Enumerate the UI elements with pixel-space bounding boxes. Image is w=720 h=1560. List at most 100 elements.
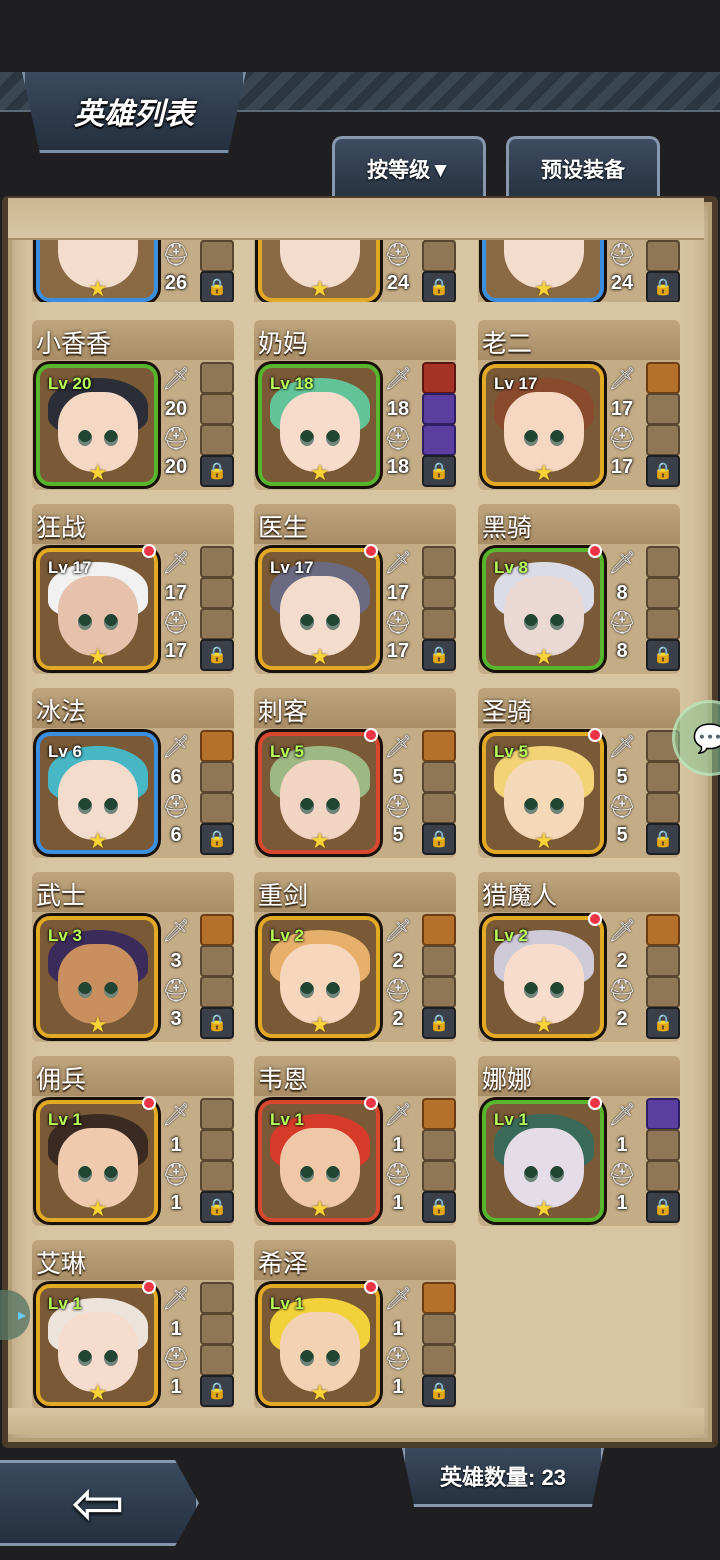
hero-card[interactable]: 艾琳 Lv 1 ★ 🗡 1 ⛑ 1 🔒 [32, 1240, 234, 1412]
lock-icon[interactable]: 🔒 [200, 823, 234, 855]
equipment-slot-3[interactable] [422, 1344, 456, 1376]
equipment-slot-2[interactable] [422, 577, 456, 609]
equipment-slot-3[interactable] [200, 240, 234, 272]
equipment-slot-3[interactable] [422, 424, 456, 456]
equipment-slot-2[interactable] [646, 393, 680, 425]
lock-icon[interactable]: 🔒 [422, 455, 456, 487]
lock-icon[interactable]: 🔒 [646, 1191, 680, 1223]
hero-card-partial[interactable]: ★🗡26⛑26🔒 [32, 238, 234, 302]
equipment-slot-1[interactable] [200, 362, 234, 394]
hero-portrait[interactable]: Lv 5 ★ [258, 732, 380, 854]
hero-portrait[interactable]: Lv 5 ★ [482, 732, 604, 854]
equipment-slot-2[interactable] [200, 577, 234, 609]
equipment-slot-3[interactable] [646, 240, 680, 272]
lock-icon[interactable]: 🔒 [646, 271, 680, 302]
equipment-slot-3[interactable] [646, 1160, 680, 1192]
equipment-slot-2[interactable] [200, 945, 234, 977]
lock-icon[interactable]: 🔒 [646, 639, 680, 671]
equipment-slot-3[interactable] [200, 976, 234, 1008]
lock-icon[interactable]: 🔒 [200, 1007, 234, 1039]
hero-portrait[interactable]: Lv 18 ★ [258, 364, 380, 486]
equipment-slot-1[interactable] [200, 1282, 234, 1314]
equipment-slot-3[interactable] [646, 976, 680, 1008]
hero-card-partial[interactable]: ★🗡24⛑24🔒 [254, 238, 456, 302]
lock-icon[interactable]: 🔒 [422, 1007, 456, 1039]
hero-card[interactable]: 冰法 Lv 6 ★ 🗡 6 ⛑ 6 🔒 [32, 688, 234, 860]
preset-equipment-button[interactable]: 预设装备 [506, 136, 660, 199]
hero-portrait[interactable]: Lv 8 ★ [482, 548, 604, 670]
equipment-slot-2[interactable] [200, 1313, 234, 1345]
equipment-slot-2[interactable] [646, 1129, 680, 1161]
equipment-slot-2[interactable] [422, 945, 456, 977]
lock-icon[interactable]: 🔒 [200, 1191, 234, 1223]
hero-portrait[interactable]: Lv 3 ★ [36, 916, 158, 1038]
equipment-slot-2[interactable] [646, 577, 680, 609]
equipment-slot-2[interactable] [422, 1129, 456, 1161]
hero-card[interactable]: 重剑 Lv 2 ★ 🗡 2 ⛑ 2 🔒 [254, 872, 456, 1044]
lock-icon[interactable]: 🔒 [200, 1375, 234, 1407]
equipment-slot-1[interactable] [422, 546, 456, 578]
equipment-slot-1[interactable] [422, 730, 456, 762]
hero-portrait[interactable]: Lv 1 ★ [36, 1284, 158, 1406]
hero-portrait[interactable]: Lv 2 ★ [258, 916, 380, 1038]
hero-portrait[interactable]: Lv 1 ★ [258, 1100, 380, 1222]
lock-icon[interactable]: 🔒 [200, 455, 234, 487]
equipment-slot-3[interactable] [200, 1344, 234, 1376]
hero-card[interactable]: 狂战 Lv 17 ★ 🗡 17 ⛑ 17 🔒 [32, 504, 234, 676]
lock-icon[interactable]: 🔒 [422, 823, 456, 855]
equipment-slot-1[interactable] [422, 1098, 456, 1130]
hero-portrait[interactable]: Lv 1 ★ [482, 1100, 604, 1222]
hero-card[interactable]: 刺客 Lv 5 ★ 🗡 5 ⛑ 5 🔒 [254, 688, 456, 860]
lock-icon[interactable]: 🔒 [422, 639, 456, 671]
hero-card-partial[interactable]: ★🗡24⛑24🔒 [478, 238, 680, 302]
hero-card[interactable]: 黑骑 Lv 8 ★ 🗡 8 ⛑ 8 🔒 [478, 504, 680, 676]
equipment-slot-3[interactable] [646, 608, 680, 640]
hero-portrait[interactable]: ★ [36, 238, 158, 302]
equipment-slot-2[interactable] [200, 761, 234, 793]
equipment-slot-2[interactable] [646, 761, 680, 793]
hero-portrait[interactable]: Lv 20 ★ [36, 364, 158, 486]
equipment-slot-2[interactable] [422, 761, 456, 793]
equipment-slot-3[interactable] [422, 792, 456, 824]
lock-icon[interactable]: 🔒 [200, 639, 234, 671]
equipment-slot-3[interactable] [422, 608, 456, 640]
equipment-slot-1[interactable] [200, 1098, 234, 1130]
equipment-slot-3[interactable] [200, 792, 234, 824]
equipment-slot-2[interactable] [646, 945, 680, 977]
hero-portrait[interactable]: Lv 1 ★ [258, 1284, 380, 1406]
hero-portrait[interactable]: Lv 2 ★ [482, 916, 604, 1038]
hero-card[interactable]: 佣兵 Lv 1 ★ 🗡 1 ⛑ 1 🔒 [32, 1056, 234, 1228]
hero-card[interactable]: 猎魔人 Lv 2 ★ 🗡 2 ⛑ 2 🔒 [478, 872, 680, 1044]
equipment-slot-2[interactable] [200, 393, 234, 425]
hero-card[interactable]: 韦恩 Lv 1 ★ 🗡 1 ⛑ 1 🔒 [254, 1056, 456, 1228]
sort-by-level-button[interactable]: 按等级▼ [332, 136, 486, 199]
equipment-slot-2[interactable] [200, 1129, 234, 1161]
equipment-slot-3[interactable] [422, 1160, 456, 1192]
hero-portrait[interactable]: Lv 17 ★ [482, 364, 604, 486]
equipment-slot-1[interactable] [422, 362, 456, 394]
hero-card[interactable]: 武士 Lv 3 ★ 🗡 3 ⛑ 3 🔒 [32, 872, 234, 1044]
hero-card[interactable]: 娜娜 Lv 1 ★ 🗡 1 ⛑ 1 🔒 [478, 1056, 680, 1228]
equipment-slot-3[interactable] [646, 792, 680, 824]
equipment-slot-1[interactable] [646, 546, 680, 578]
hero-portrait[interactable]: Lv 1 ★ [36, 1100, 158, 1222]
hero-portrait[interactable]: Lv 17 ★ [258, 548, 380, 670]
lock-icon[interactable]: 🔒 [200, 271, 234, 302]
equipment-slot-1[interactable] [646, 1098, 680, 1130]
equipment-slot-2[interactable] [422, 1313, 456, 1345]
hero-portrait[interactable]: ★ [482, 238, 604, 302]
equipment-slot-1[interactable] [200, 730, 234, 762]
equipment-slot-3[interactable] [200, 424, 234, 456]
equipment-slot-1[interactable] [422, 1282, 456, 1314]
equipment-slot-3[interactable] [422, 976, 456, 1008]
hero-card[interactable]: 小香香 Lv 20 ★ 🗡 20 ⛑ 20 🔒 [32, 320, 234, 492]
equipment-slot-1[interactable] [422, 914, 456, 946]
equipment-slot-3[interactable] [646, 424, 680, 456]
lock-icon[interactable]: 🔒 [646, 455, 680, 487]
lock-icon[interactable]: 🔒 [422, 1191, 456, 1223]
equipment-slot-1[interactable] [200, 546, 234, 578]
equipment-slot-1[interactable] [646, 362, 680, 394]
equipment-slot-1[interactable] [646, 914, 680, 946]
lock-icon[interactable]: 🔒 [422, 271, 456, 302]
lock-icon[interactable]: 🔒 [422, 1375, 456, 1407]
